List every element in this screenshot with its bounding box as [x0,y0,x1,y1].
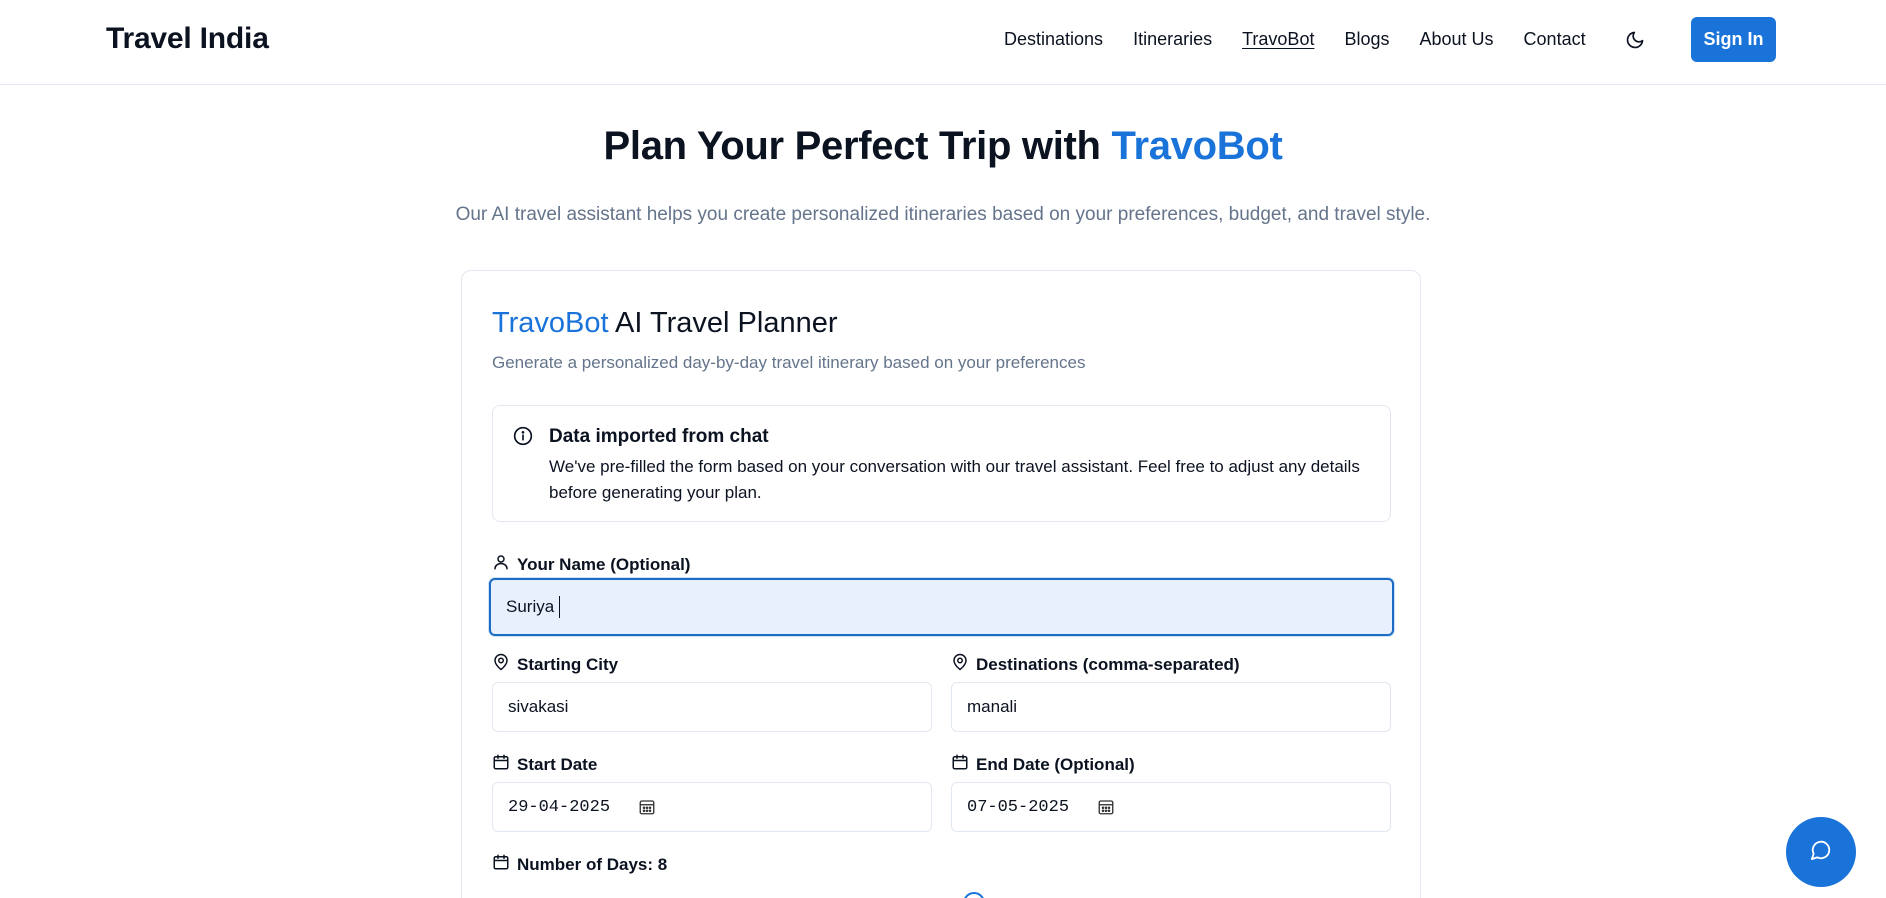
main-nav: Destinations Itineraries TravoBot Blogs … [1004,29,1616,50]
planner-title: TravoBot AI Travel Planner [492,307,838,340]
destinations-value: manali [967,697,1018,716]
map-pin-icon [492,653,510,676]
days-label: Number of Days: 8 [492,853,667,876]
site-header: Travel India Destinations Itineraries Tr… [0,0,1886,85]
destinations-input[interactable]: manali [951,682,1391,732]
name-input[interactable]: Suriya [489,578,1394,636]
destinations-label-text: Destinations (comma-separated) [976,654,1240,674]
planner-title-rest: AI Travel Planner [608,307,838,339]
end-date-value: 07-05-2025 [967,797,1070,817]
site-logo[interactable]: Travel India [106,22,269,56]
chat-bubble-icon [1810,839,1832,866]
planner-card: TravoBot AI Travel Planner Generate a pe… [461,270,1421,898]
nav-travobot[interactable]: TravoBot [1242,29,1314,50]
calendar-picker-icon[interactable] [1097,798,1115,816]
nav-destinations[interactable]: Destinations [1004,29,1103,50]
calendar-icon [951,753,969,776]
name-label-text: Your Name (Optional) [517,554,691,574]
page-title-accent: TravoBot [1111,124,1283,168]
calendar-icon [492,853,510,876]
end-date-label-text: End Date (Optional) [976,754,1135,774]
calendar-picker-icon[interactable] [638,798,656,816]
name-label: Your Name (Optional) [492,553,690,576]
moon-icon[interactable] [1622,27,1648,53]
nav-blogs[interactable]: Blogs [1344,29,1389,50]
calendar-icon [492,753,510,776]
start-date-label-text: Start Date [517,754,598,774]
days-label-text: Number of Days: 8 [517,854,668,874]
planner-title-accent: TravoBot [492,307,609,339]
map-pin-icon [951,653,969,676]
end-date-input[interactable]: 07-05-2025 [951,782,1391,832]
page-title: Plan Your Perfect Trip with TravoBot [0,124,1886,169]
text-caret [559,596,561,618]
starting-city-label: Starting City [492,653,618,676]
notice-title: Data imported from chat [549,426,769,447]
page-title-prefix: Plan Your Perfect Trip with [603,124,1112,168]
start-date-input[interactable]: 29-04-2025 [492,782,932,832]
starting-city-input[interactable]: sivakasi [492,682,932,732]
page-subtitle: Our AI travel assistant helps you create… [455,204,1431,225]
starting-city-value: sivakasi [508,697,569,716]
name-input-value: Suriya [506,597,555,616]
nav-itineraries[interactable]: Itineraries [1133,29,1212,50]
planner-description: Generate a personalized day-by-day trave… [492,353,1086,372]
info-icon [513,426,533,446]
start-date-value: 29-04-2025 [508,797,611,817]
start-date-label: Start Date [492,753,597,776]
import-notice: Data imported from chat We've pre-filled… [492,405,1391,522]
nav-about-us[interactable]: About Us [1420,29,1494,50]
sign-in-button[interactable]: Sign In [1691,17,1776,62]
destinations-label: Destinations (comma-separated) [951,653,1240,676]
nav-contact[interactable]: Contact [1524,29,1586,50]
starting-city-label-text: Starting City [517,654,619,674]
end-date-label: End Date (Optional) [951,753,1135,776]
chat-button[interactable] [1786,817,1856,887]
notice-body: We've pre-filled the form based on your … [549,457,1360,502]
user-icon [492,553,510,576]
